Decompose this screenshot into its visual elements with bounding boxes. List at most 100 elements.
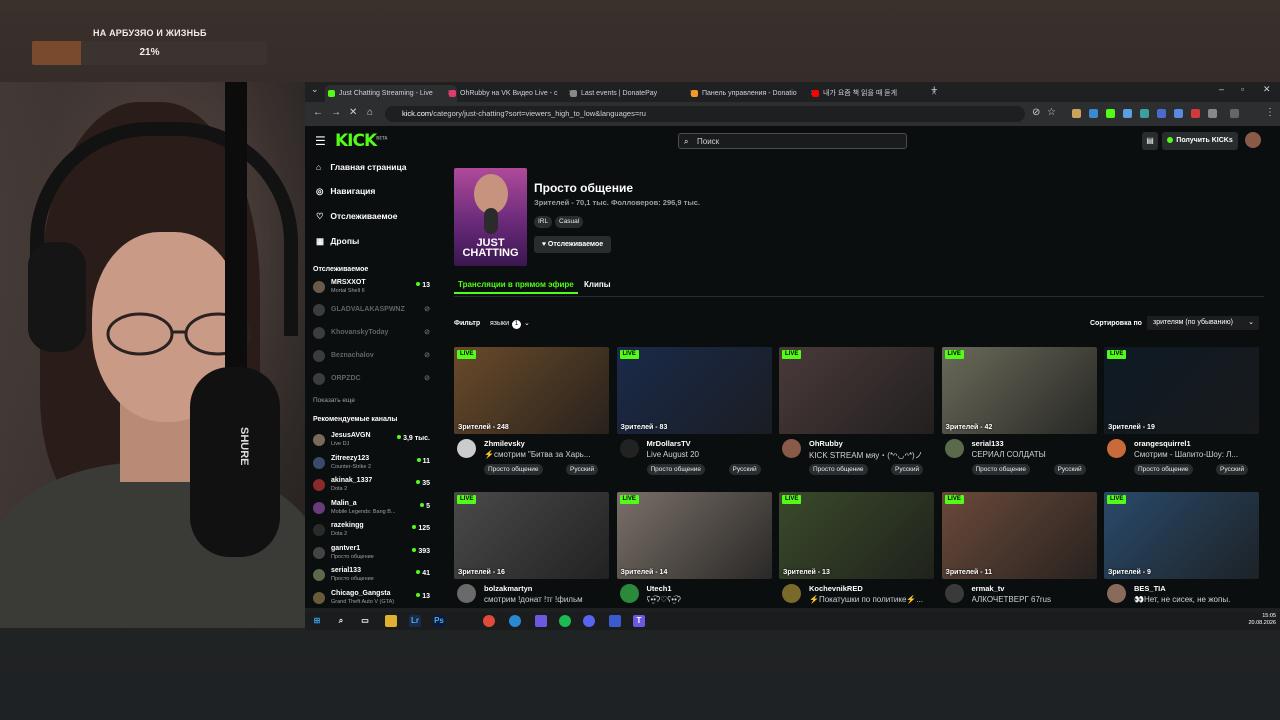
stream-tag[interactable]: Русский: [891, 464, 924, 475]
streamer-avatar[interactable]: [944, 439, 964, 458]
streamer-name[interactable]: OhRubby: [809, 439, 843, 448]
sidebar-followed-channel[interactable]: MRSXXOT Mortal Shell II 13: [313, 278, 430, 298]
tab-clips[interactable]: Клипы: [584, 280, 611, 289]
extension-icon[interactable]: [1174, 109, 1183, 118]
discord-icon[interactable]: [583, 615, 595, 627]
sidebar-recommended-channel[interactable]: serial133 Просто общение 41: [313, 566, 430, 586]
streamer-avatar[interactable]: [782, 584, 801, 603]
stream-title[interactable]: АЛКОЧЕТВЕРГ 67rus: [972, 595, 1096, 604]
sidebar-recommended-channel[interactable]: Malin_a Mobile Legends: Bang B... 5: [313, 499, 430, 519]
streamer-avatar[interactable]: [944, 584, 964, 603]
user-avatar[interactable]: [1245, 132, 1261, 148]
streamer-name[interactable]: ermak_tv: [972, 584, 1005, 593]
stream-thumbnail[interactable]: LIVE: [779, 347, 934, 434]
stream-thumbnail[interactable]: LIVE Зрителей - 16: [454, 492, 609, 579]
stream-title[interactable]: 👀Нет, не сисек, не жопы.: [1134, 595, 1258, 604]
streamer-avatar[interactable]: [457, 584, 476, 603]
tab-live[interactable]: Трансляции в прямом эфире: [454, 280, 578, 294]
stream-tag[interactable]: Русский: [1216, 464, 1249, 475]
photoshop-icon[interactable]: Ps: [433, 615, 445, 627]
stream-tag[interactable]: Просто общение: [809, 464, 868, 475]
star-icon[interactable]: ☆: [1047, 107, 1056, 118]
sidebar-recommended-channel[interactable]: Chicago_Gangsta Grand Theft Auto V (GTA)…: [313, 589, 430, 609]
stream-card[interactable]: LIVE Зрителей - 42 serial133 СЕРИАЛ СОЛД…: [941, 347, 1097, 477]
streamer-name[interactable]: orangesquirrel1: [1134, 439, 1191, 448]
streamer-avatar[interactable]: [1107, 584, 1126, 603]
layout-icon[interactable]: ▤: [1142, 132, 1158, 150]
category-tag[interactable]: IRL: [534, 216, 553, 228]
stream-title[interactable]: Live August 20: [647, 450, 771, 459]
stream-tag[interactable]: Русский: [728, 464, 761, 475]
new-tab-button[interactable]: +: [931, 84, 937, 96]
stream-card[interactable]: LIVE Зрителей - 83 MrDollarsTV Live Augu…: [616, 347, 772, 477]
sidebar-recommended-channel[interactable]: JesusAVGN Live DJ 3,9 тыс.: [313, 431, 430, 451]
stream-card[interactable]: LIVE Зрителей - 248 Zhmilevsky ⚡смотрим …: [454, 347, 609, 477]
extension-icon[interactable]: [1191, 109, 1200, 118]
streamer-name[interactable]: BES_TIA: [1134, 584, 1166, 593]
stream-card[interactable]: LIVE Зрителей - 19 orangesquirrel1 Смотр…: [1104, 347, 1259, 477]
twitch-tool-icon[interactable]: T: [633, 615, 645, 627]
stream-tag[interactable]: Просто общение: [484, 464, 543, 475]
back-icon[interactable]: ←: [313, 107, 323, 118]
browser-tab[interactable]: Last events | DonatePay✕: [567, 85, 699, 102]
stream-title[interactable]: ⚡смотрим "Битва за Харь...: [484, 450, 608, 459]
extension-icon[interactable]: [1123, 109, 1132, 118]
stream-thumbnail[interactable]: LIVE Зрителей - 248: [454, 347, 609, 434]
stop-icon[interactable]: ✕: [349, 107, 357, 118]
stream-title[interactable]: смотрим !донат !тг !фильм: [484, 595, 608, 604]
sort-select[interactable]: зрителям (по убыванию) ⌄: [1147, 316, 1259, 330]
category-tag[interactable]: Casual: [555, 216, 584, 228]
streamer-name[interactable]: bolzakmartyn: [484, 584, 532, 593]
sidebar-item-following[interactable]: ♡ Отслеживаемое: [316, 211, 397, 222]
get-kicks-button[interactable]: Получить KICKs: [1162, 132, 1238, 150]
eye-off-icon[interactable]: ⊘: [1032, 107, 1040, 118]
stream-thumbnail[interactable]: LIVE Зрителей - 42: [941, 347, 1097, 434]
stream-title[interactable]: СЕРИАЛ СОЛДАТЫ: [972, 450, 1096, 459]
kick-logo[interactable]: KICKBETA: [335, 131, 387, 151]
kebab-menu-icon[interactable]: ⋮: [1265, 107, 1275, 118]
streamer-avatar[interactable]: [1107, 439, 1126, 458]
streamer-name[interactable]: MrDollarsTV: [647, 439, 691, 448]
sidebar-followed-channel[interactable]: KhovanskyToday ⊘: [313, 324, 430, 344]
follow-category-button[interactable]: ♥ Отслеживаемое: [534, 236, 611, 253]
stream-title[interactable]: KICK STREAM мяу・(*ᴖ◡ᴖ*)ノ: [809, 450, 933, 461]
home-icon[interactable]: ⌂: [367, 107, 373, 118]
stream-title[interactable]: ʕ•̫͡•ʔ♡ʕ•̫͡•ʔ: [647, 595, 771, 604]
browser-tab[interactable]: OhRubby на VK Видео Live - с✕: [446, 85, 578, 102]
stream-thumbnail[interactable]: LIVE Зрителей - 83: [616, 347, 772, 434]
show-more-link[interactable]: Показать еще: [313, 397, 355, 404]
stream-card[interactable]: LIVE Зрителей - 13 KochevnikRED ⚡Покатуш…: [779, 492, 934, 608]
spotify-icon[interactable]: [559, 615, 571, 627]
stream-thumbnail[interactable]: LIVE Зрителей - 14: [616, 492, 772, 579]
extension-icon[interactable]: [1106, 109, 1115, 118]
profile-icon[interactable]: [1230, 109, 1239, 118]
stream-thumbnail[interactable]: LIVE Зрителей - 13: [779, 492, 934, 579]
app-icon[interactable]: [535, 615, 547, 627]
sidebar-recommended-channel[interactable]: Zitreezy123 Counter-Strike 2 11: [313, 454, 430, 474]
streamer-avatar[interactable]: [457, 439, 476, 458]
streamer-avatar[interactable]: [619, 439, 639, 458]
stream-card[interactable]: LIVE Зрителей - 11 ermak_tv АЛКОЧЕТВЕРГ …: [941, 492, 1097, 608]
stream-thumbnail[interactable]: LIVE Зрителей - 19: [1104, 347, 1259, 434]
stream-card[interactable]: LIVE Зрителей - 9 BES_TIA 👀Нет, не сисек…: [1104, 492, 1259, 608]
extensions-puzzle-icon[interactable]: [1208, 109, 1217, 118]
extension-icon[interactable]: [1157, 109, 1166, 118]
search-icon[interactable]: ⌕: [335, 615, 347, 627]
category-cover[interactable]: JUST CHATTING: [454, 168, 527, 266]
address-bar[interactable]: kick.com/category/just-chatting?sort=vie…: [385, 106, 1025, 122]
minimize-button[interactable]: –: [1219, 84, 1224, 94]
sidebar-followed-channel[interactable]: Beznachalov ⊘: [313, 347, 430, 367]
browser-tab[interactable]: Just Chatting Streaming - Live✕: [325, 85, 457, 102]
maximize-button[interactable]: ▫: [1241, 84, 1244, 94]
streamer-avatar[interactable]: [619, 584, 639, 603]
extension-icon[interactable]: [1089, 109, 1098, 118]
browser-tab[interactable]: Панель управления - Donatio✕: [688, 85, 820, 102]
extension-icon[interactable]: [1140, 109, 1149, 118]
streamer-name[interactable]: KochevnikRED: [809, 584, 863, 593]
stream-card[interactable]: LIVE OhRubby KICK STREAM мяу・(*ᴖ◡ᴖ*)ノ Про…: [779, 347, 934, 477]
stream-title[interactable]: Смотрим - Шапито-Шоу: Л...: [1134, 450, 1258, 459]
sidebar-item-home[interactable]: ⌂ Главная страница: [316, 162, 407, 172]
stream-tag[interactable]: Просто общение: [646, 464, 706, 475]
edge-icon[interactable]: [509, 615, 521, 627]
chrome-icon[interactable]: [483, 615, 495, 627]
